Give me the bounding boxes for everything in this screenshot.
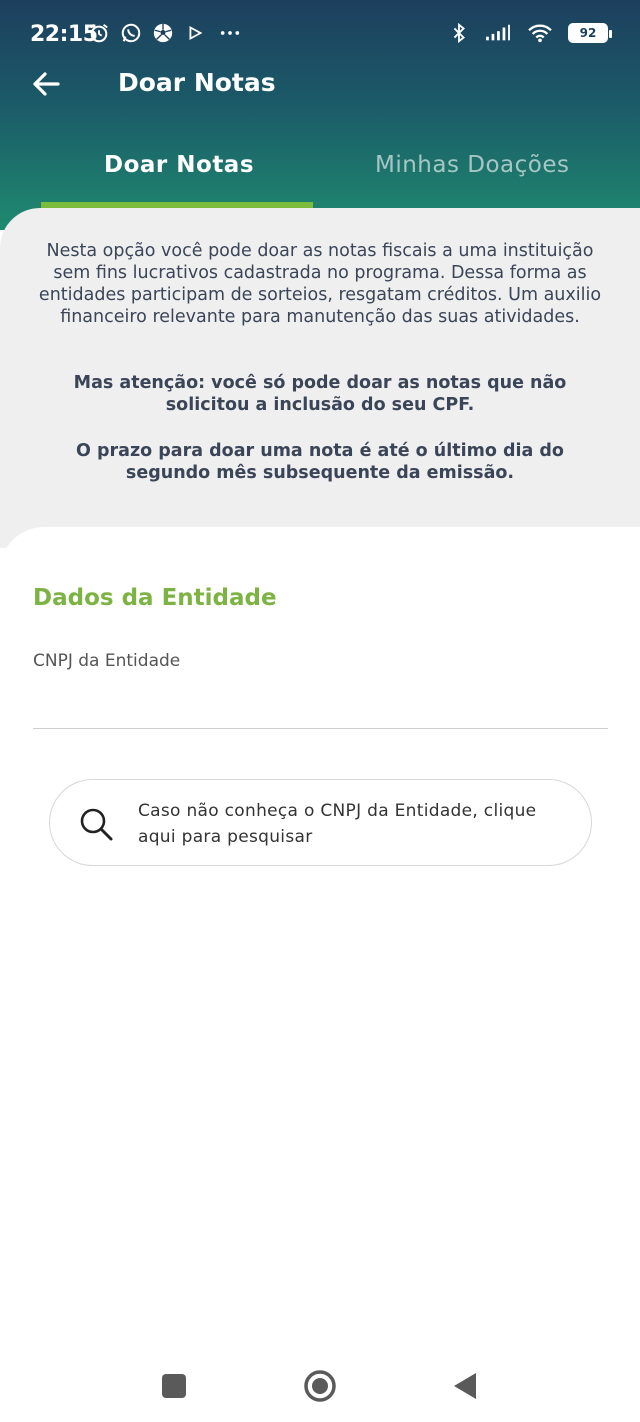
app-bar: Doar Notas xyxy=(0,60,640,110)
play-store-icon xyxy=(189,25,203,41)
search-entity-button[interactable]: Caso não conheça o CNPJ da Entidade, cli… xyxy=(49,779,592,866)
battery-icon: 92 xyxy=(568,23,612,43)
tab-minhas-doacoes[interactable]: Minhas Doações xyxy=(375,152,570,178)
status-icons-right: 92 xyxy=(448,22,612,44)
entity-form: Dados da Entidade CNPJ da Entidade Caso … xyxy=(0,527,640,1327)
info-deadline: O prazo para doar uma nota é até o últim… xyxy=(76,441,564,483)
home-icon[interactable] xyxy=(302,1368,338,1404)
signal-icon xyxy=(486,24,510,41)
page-title: Doar Notas xyxy=(118,68,276,97)
section-title: Dados da Entidade xyxy=(33,585,277,611)
back-icon[interactable] xyxy=(448,1368,484,1404)
search-hint: Caso não conheça o CNPJ da Entidade, cli… xyxy=(138,801,537,847)
info-paragraph: Nesta opção você pode doar as notas fisc… xyxy=(38,241,602,327)
more-dots-icon xyxy=(220,31,240,35)
tab-doar-notas[interactable]: Doar Notas xyxy=(104,152,254,178)
header: 22:15 92 Doar Notas Doar Notas Minhas Do… xyxy=(0,0,640,230)
whatsapp-icon xyxy=(121,23,141,43)
recent-apps-icon[interactable] xyxy=(156,1368,192,1404)
cnpj-label: CNPJ da Entidade xyxy=(33,651,181,671)
wifi-icon xyxy=(528,24,552,43)
soccer-ball-icon xyxy=(153,23,173,43)
system-nav-bar xyxy=(0,1350,640,1422)
alarm-icon xyxy=(90,24,108,43)
info-panel: Nesta opção você pode doar as notas fisc… xyxy=(0,208,640,548)
info-warning: Mas atenção: você só pode doar as notas … xyxy=(73,373,567,415)
arrow-left-icon[interactable] xyxy=(28,66,64,102)
battery-level: 92 xyxy=(579,26,597,40)
cnpj-input[interactable] xyxy=(33,677,608,729)
status-icons-left xyxy=(88,22,244,44)
tab-bar: Doar Notas Minhas Doações xyxy=(0,140,640,210)
bluetooth-icon xyxy=(453,22,465,44)
search-icon xyxy=(80,808,113,841)
